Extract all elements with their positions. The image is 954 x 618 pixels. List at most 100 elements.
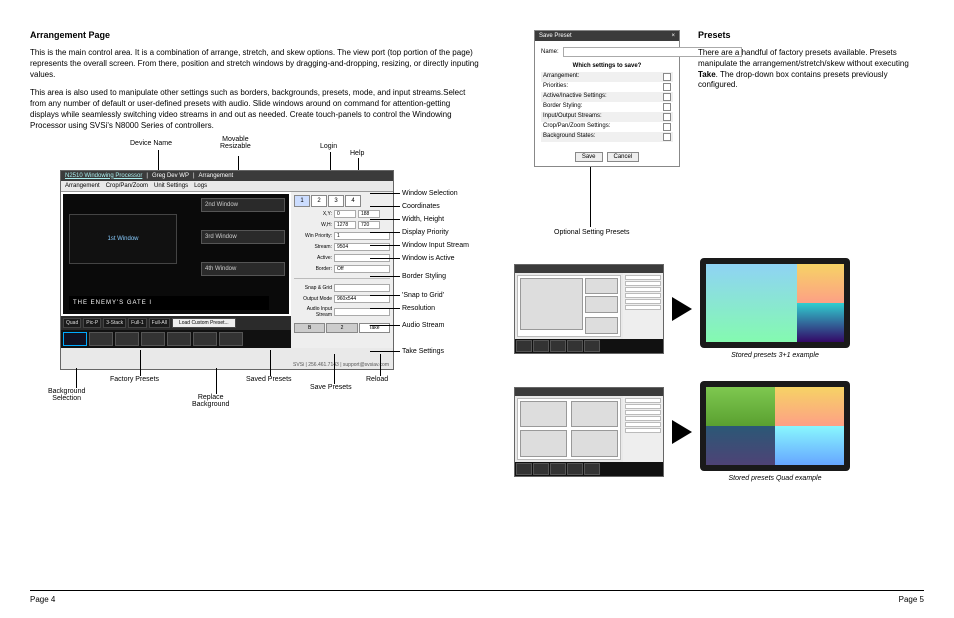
bg-thumb[interactable] <box>219 332 243 346</box>
play-icon <box>672 420 692 444</box>
callout-window-selection: Window Selection <box>402 190 458 197</box>
presets-heading: Presets <box>698 30 924 40</box>
audio-field[interactable] <box>334 308 390 316</box>
callout-bg-selection: Background Selection <box>48 388 85 402</box>
border-label: Border: <box>294 266 332 272</box>
tab-crop[interactable]: Crop/Pan/Zoom <box>106 183 148 189</box>
callout-replace-bg: Replace Background <box>192 394 229 408</box>
winsel-2[interactable]: 2 <box>311 195 327 207</box>
ui-tabs: Arrangement Crop/Pan/Zoom Unit Settings … <box>61 181 393 192</box>
take-b[interactable]: B <box>294 323 325 333</box>
callout-device-name: Device Name <box>130 140 172 148</box>
mini-ui-3plus1 <box>514 264 664 354</box>
wh-label: W,H: <box>294 222 332 228</box>
arrangement-p2: This area is also used to manipulate oth… <box>30 88 480 131</box>
preset-picp[interactable]: Pic-P <box>83 318 101 328</box>
ui-product-link[interactable]: N2510 Windowing Processor <box>65 173 142 179</box>
bg-thumb[interactable] <box>115 332 139 346</box>
opt-bg: Background States: <box>543 133 595 141</box>
tab-unit[interactable]: Unit Settings <box>154 183 188 189</box>
bg-thumb[interactable] <box>193 332 217 346</box>
window-4[interactable]: 4th Window <box>201 262 285 276</box>
out-label: Output Mode <box>294 296 332 302</box>
audio-label: Audio Input Stream <box>294 306 332 318</box>
ui-footer: SVSi | 256.461.7143 | support@svsiav.com <box>293 362 389 368</box>
bg-thumb[interactable] <box>167 332 191 346</box>
caption-quad: Stored presets Quad example <box>700 475 850 482</box>
presets-p: There are a handful of factory presets a… <box>698 48 924 91</box>
caption-3plus1: Stored presets 3+1 example <box>700 352 850 359</box>
bg-thumb[interactable] <box>89 332 113 346</box>
callout-saved-presets: Saved Presets <box>246 376 292 383</box>
ui-device: Greg Dev WP <box>152 173 189 179</box>
x-field[interactable]: 0 <box>334 210 356 218</box>
opt-priorities: Priorities: <box>543 83 568 91</box>
opt-crop: Crop/Pan/Zoom Settings: <box>543 123 610 131</box>
preset-quad[interactable]: Quad <box>63 318 81 328</box>
prio-label: Win Priority: <box>294 233 332 239</box>
snap-label: Snap & Grid <box>294 285 332 291</box>
preset-bar: Quad Pic-P 3-Stack Full-1 Full-All Load … <box>61 316 291 330</box>
y-field[interactable]: 188 <box>358 210 380 218</box>
tab-arrangement[interactable]: Arrangement <box>65 183 100 189</box>
winsel-1[interactable]: 1 <box>294 195 310 207</box>
callout-login: Login <box>320 143 337 151</box>
chk-bg[interactable] <box>663 133 671 141</box>
take-2[interactable]: 2 <box>326 323 357 333</box>
w-field[interactable]: 1278 <box>334 221 356 229</box>
callout-input-stream: Window Input Stream <box>402 242 469 249</box>
tab-logs[interactable]: Logs <box>194 183 207 189</box>
out-field[interactable]: 960x544 <box>334 295 390 303</box>
save-preset-dialog: Save Preset× Name: Which settings to sav… <box>534 30 680 167</box>
winsel-4[interactable]: 4 <box>345 195 361 207</box>
opt-io: Input/Output Streams: <box>543 113 602 121</box>
preset-fullall[interactable]: Full-All <box>149 318 170 328</box>
callout-movable: Movable Resizable <box>220 136 251 151</box>
winsel-3[interactable]: 3 <box>328 195 344 207</box>
window-3[interactable]: 3rd Window <box>201 230 285 244</box>
tv-3plus1 <box>700 258 850 348</box>
chk-io[interactable] <box>663 113 671 121</box>
stream-label: Stream: <box>294 244 332 250</box>
mini-ui-quad <box>514 387 664 477</box>
window-1[interactable]: 1st Window <box>69 214 177 264</box>
example-quad: Stored presets Quad example <box>514 381 924 482</box>
ui-titlebar: N2510 Windowing Processor | Greg Dev WP … <box>61 171 393 181</box>
page-footer: Page 4 Page 5 <box>30 590 924 604</box>
load-custom-preset[interactable]: Load Custom Preset... <box>172 318 236 328</box>
preset-full1[interactable]: Full-1 <box>128 318 147 328</box>
chk-arrangement[interactable] <box>663 73 671 81</box>
callout-audio: Audio Stream <box>402 322 444 329</box>
snap-field[interactable] <box>334 284 390 292</box>
prio-field[interactable]: 1 <box>334 232 390 240</box>
h-field[interactable]: 720 <box>358 221 380 229</box>
arrangement-figure: Device Name Movable Resizable Login Help… <box>30 140 480 420</box>
gate-banner: THE ENEMY'S GATE I <box>69 296 269 310</box>
preset-3stack[interactable]: 3-Stack <box>103 318 126 328</box>
callout-priority: Display Priority <box>402 229 449 236</box>
opt-active: Active/Inactive Settings: <box>543 93 607 101</box>
name-label: Name: <box>541 49 559 55</box>
example-3plus1: Stored presets 3+1 example <box>514 258 924 359</box>
chk-border[interactable] <box>663 103 671 111</box>
bg-thumbs <box>61 330 291 348</box>
bg-thumb[interactable] <box>63 332 87 346</box>
active-label: Active: <box>294 255 332 261</box>
close-icon[interactable]: × <box>671 33 675 39</box>
cancel-button[interactable]: Cancel <box>607 152 640 162</box>
chk-priorities[interactable] <box>663 83 671 91</box>
window-2[interactable]: 2nd Window <box>201 198 285 212</box>
border-field[interactable]: Off <box>334 265 390 273</box>
page-right: Page 5 <box>899 595 924 604</box>
chk-crop[interactable] <box>663 123 671 131</box>
dialog-title: Save Preset <box>539 33 572 39</box>
play-icon <box>672 297 692 321</box>
chk-active[interactable] <box>663 93 671 101</box>
bg-thumb[interactable] <box>141 332 165 346</box>
save-button[interactable]: Save <box>575 152 603 162</box>
tv-quad <box>700 381 850 471</box>
callout-resolution: Resolution <box>402 305 435 312</box>
viewport[interactable]: 1st Window 2nd Window 3rd Window 4th Win… <box>61 192 291 348</box>
callout-take: Take Settings <box>402 348 444 355</box>
callout-reload: Reload <box>366 376 388 383</box>
